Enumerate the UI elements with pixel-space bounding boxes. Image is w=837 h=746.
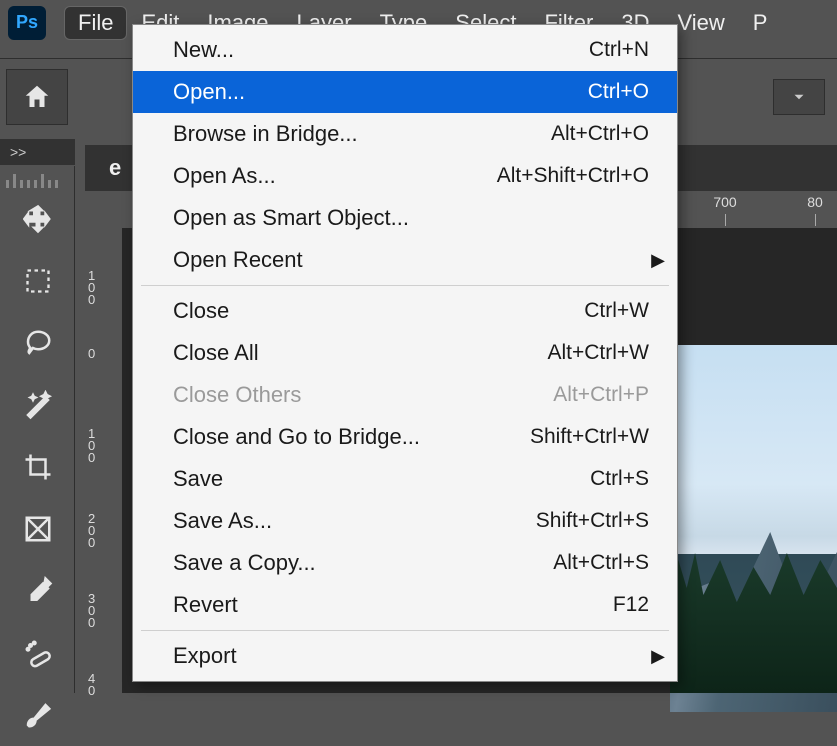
menu-item-label: Close [173,298,584,324]
menu-item-close[interactable]: Close Ctrl+W [133,290,677,332]
marquee-tool[interactable] [0,250,75,312]
app-logo-text: Ps [16,12,38,33]
menu-item-label: Close Others [173,382,553,408]
menu-item-shortcut: Alt+Ctrl+W [547,341,649,365]
submenu-arrow-icon: ▶ [651,646,665,667]
menu-item-label: Open As... [173,163,497,189]
expand-tools-button[interactable]: >> [0,139,75,165]
submenu-arrow-icon: ▶ [651,250,665,271]
menu-item-close-bridge[interactable]: Close and Go to Bridge... Shift+Ctrl+W [133,416,677,458]
menu-item-shortcut: Shift+Ctrl+W [530,425,649,449]
menu-item-label: Export [173,643,649,669]
ruler-label: 40 [88,673,116,697]
menu-item-label: Revert [173,592,613,618]
menu-separator [141,285,669,286]
menu-separator [141,630,669,631]
brush-tool[interactable] [0,684,75,746]
menu-item-save-copy[interactable]: Save a Copy... Alt+Ctrl+S [133,542,677,584]
menu-item-label: Save a Copy... [173,550,553,576]
ruler-frag-icon [6,170,66,184]
menu-file[interactable]: File [64,6,127,40]
menu-item-label: Open Recent [173,247,649,273]
menu-item-shortcut: Ctrl+W [584,299,649,323]
file-menu-dropdown: New... Ctrl+N Open... Ctrl+O Browse in B… [132,24,678,682]
menu-item-label: Close and Go to Bridge... [173,424,530,450]
menu-item-label: Save [173,466,590,492]
app-logo[interactable]: Ps [8,6,46,40]
home-button[interactable] [6,69,68,125]
move-tool[interactable] [0,188,75,250]
menu-item-shortcut: Shift+Ctrl+S [536,509,649,533]
magic-wand-tool[interactable] [0,374,75,436]
ruler-label: 80 [807,194,823,210]
menu-item-label: Close All [173,340,547,366]
menu-item-shortcut: Ctrl+N [589,38,649,62]
eyedropper-tool[interactable] [0,560,75,622]
home-icon [20,82,54,112]
menu-item-revert[interactable]: Revert F12 [133,584,677,626]
menu-item-shortcut: Alt+Ctrl+P [553,383,649,407]
menu-item-close-all[interactable]: Close All Alt+Ctrl+W [133,332,677,374]
menu-item-open-as[interactable]: Open As... Alt+Shift+Ctrl+O [133,155,677,197]
menu-item-label: Browse in Bridge... [173,121,551,147]
menu-item-open-smart[interactable]: Open as Smart Object... [133,197,677,239]
menu-item-shortcut: Alt+Shift+Ctrl+O [497,164,649,188]
ruler-label: 700 [713,194,736,210]
crop-tool[interactable] [0,436,75,498]
menu-truncated[interactable]: P [739,6,782,40]
menu-item-save[interactable]: Save Ctrl+S [133,458,677,500]
menu-item-shortcut: Alt+Ctrl+O [551,122,649,146]
menu-item-label: Open... [173,79,588,105]
healing-brush-tool[interactable] [0,622,75,684]
menu-item-close-others: Close Others Alt+Ctrl+P [133,374,677,416]
menu-item-open-recent[interactable]: Open Recent ▶ [133,239,677,281]
menu-item-browse-bridge[interactable]: Browse in Bridge... Alt+Ctrl+O [133,113,677,155]
ruler-label: 100 [88,428,116,464]
options-dropdown[interactable] [773,79,825,115]
tool-strip [0,166,75,693]
menu-item-open[interactable]: Open... Ctrl+O [133,71,677,113]
menu-item-label: Open as Smart Object... [173,205,649,231]
ruler-label: 0 [88,348,116,360]
ruler-label: 300 [88,593,116,629]
menu-item-export[interactable]: Export ▶ [133,635,677,677]
menu-item-shortcut: F12 [613,593,649,617]
menu-item-save-as[interactable]: Save As... Shift+Ctrl+S [133,500,677,542]
lasso-tool[interactable] [0,312,75,374]
menu-item-new[interactable]: New... Ctrl+N [133,29,677,71]
vertical-ruler: 100 0 100 200 300 40 [85,228,121,693]
menu-item-shortcut: Alt+Ctrl+S [553,551,649,575]
menu-item-label: New... [173,37,589,63]
ruler-label: 100 [88,270,116,306]
menu-item-shortcut: Ctrl+O [588,80,649,104]
ruler-label: 200 [88,513,116,549]
menu-item-shortcut: Ctrl+S [590,467,649,491]
chevron-down-icon [790,88,808,106]
menu-item-label: Save As... [173,508,536,534]
frame-tool[interactable] [0,498,75,560]
